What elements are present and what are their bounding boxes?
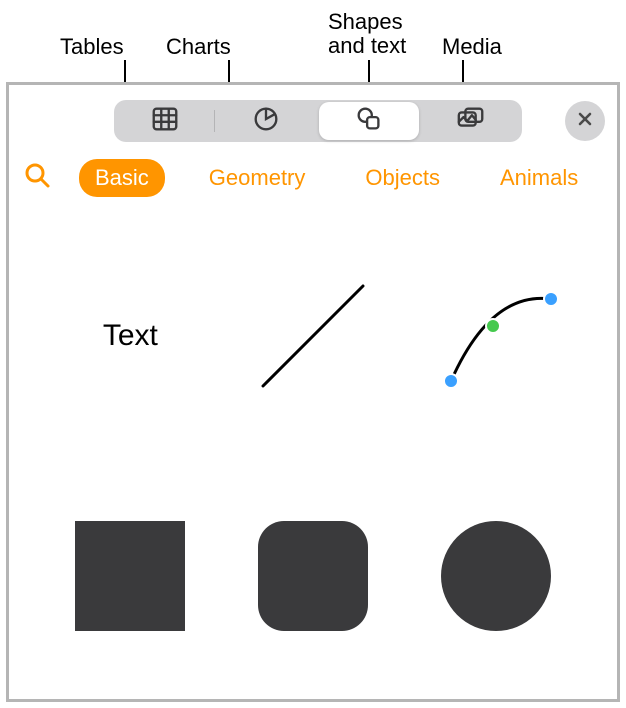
callout-media-label: Media [442,34,502,60]
pie-icon [251,104,281,139]
shape-text[interactable]: Text [55,261,205,411]
shape-category-tabs: Basic Geometry Objects Animals Nat [9,155,617,201]
shape-text-label: Text [103,319,158,353]
callout-shapes-label: Shapes and text [328,10,406,58]
shape-grid: Text [9,201,617,651]
search-shapes-button[interactable] [23,161,51,195]
shape-rounded-square[interactable] [238,501,388,651]
search-icon [23,169,51,194]
tables-button[interactable] [114,100,215,142]
popover-toolbar [9,85,617,155]
callout-charts-label: Charts [166,34,231,60]
callout-tables-label: Tables [60,34,124,60]
shape-line[interactable] [238,261,388,411]
tab-objects[interactable]: Objects [349,159,456,197]
tab-animals[interactable]: Animals [484,159,594,197]
rounded-square-icon [258,521,368,631]
circle-icon [441,521,551,631]
shapes-and-text-button[interactable] [319,102,419,140]
media-button[interactable] [421,100,522,142]
shape-circle[interactable] [421,501,571,651]
square-icon [75,521,185,631]
shape-square[interactable] [55,501,205,651]
charts-button[interactable] [215,100,316,142]
insert-popover: Basic Geometry Objects Animals Nat Text [6,82,620,702]
tables-icon [150,104,180,139]
media-icon [456,104,486,139]
tab-basic[interactable]: Basic [79,159,165,197]
close-button[interactable] [565,101,605,141]
tab-geometry[interactable]: Geometry [193,159,322,197]
close-icon [577,111,593,132]
shape-curve[interactable] [421,261,571,411]
shape-icon [354,104,384,139]
insert-segmented-control [114,100,522,142]
